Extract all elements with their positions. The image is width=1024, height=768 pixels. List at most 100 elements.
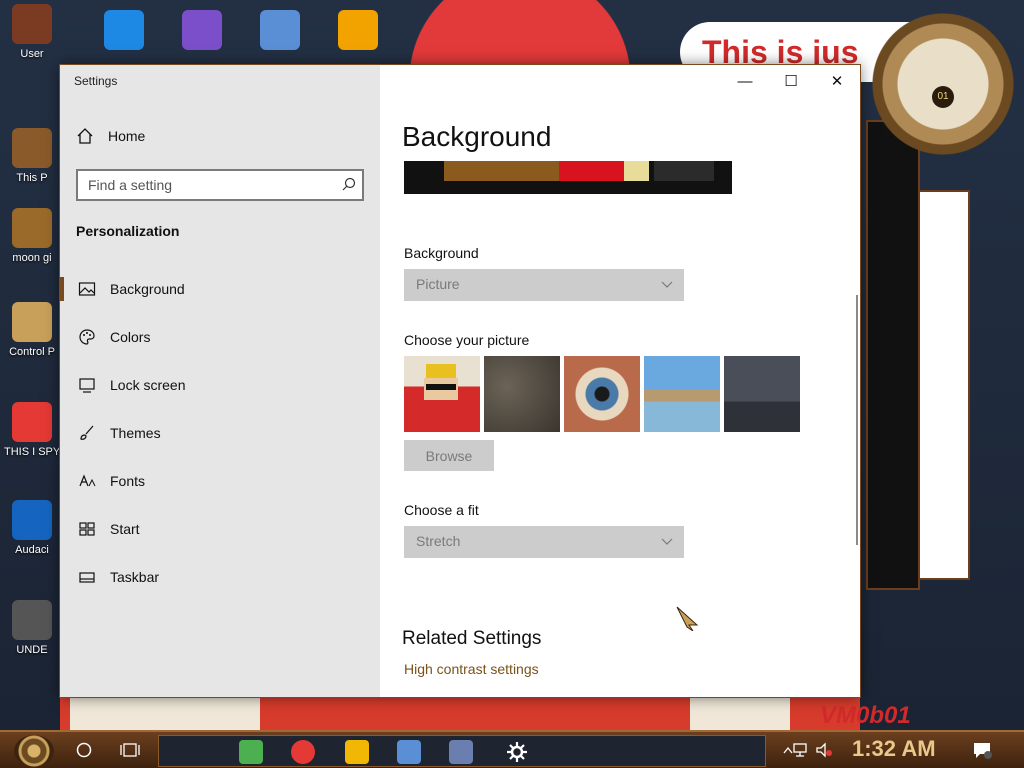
desktop-icon[interactable] [326,10,390,54]
choose-picture-label: Choose your picture [404,332,530,348]
task-view-icon [120,743,140,757]
app-icon [12,128,52,168]
desktop-icon[interactable] [170,10,234,54]
chevron-down-icon [661,538,673,545]
close-icon: ✕ [830,73,844,90]
thumbnail-eye-closeup[interactable] [564,356,640,432]
app-icon [12,4,52,44]
maximize-icon: ☐ [784,73,798,90]
system-clock[interactable]: 1:32 AM [852,736,936,762]
preview-segment [559,161,624,181]
sidebar-nav: Background Colors Lock screen Themes Fonts St… [60,265,380,601]
search-icon[interactable] [342,177,356,191]
minimize-icon: — [737,72,753,90]
sidebar-item-label: Taskbar [110,569,160,585]
desktop-icon-label: Audaci [15,544,49,556]
sidebar-item-themes[interactable]: Themes [60,409,380,457]
taskbar: 1:32 AM [0,730,1024,768]
start-tiles-icon [78,520,96,538]
notifications-button[interactable] [966,735,998,765]
cortana-icon [76,742,92,758]
home-icon [76,127,94,145]
sidebar-item-taskbar[interactable]: Taskbar [60,553,380,601]
desktop-icon-label: THIS I SPY WA [4,446,81,458]
wallpaper-strip-light [690,697,790,730]
settings-icon[interactable] [505,740,529,764]
sidebar-item-fonts[interactable]: Fonts [60,457,380,505]
sidebar-item-label: Fonts [110,473,146,489]
wallpaper-strip [60,697,860,730]
virtualbox-icon[interactable] [397,740,421,764]
desktop-icon[interactable] [248,10,312,54]
font-icon [78,472,96,490]
home-label: Home [108,128,146,144]
wallpaper-strip-light [70,697,260,730]
settings-sidebar: Settings Home Personalization Background… [60,65,380,697]
picture-thumbnails [404,356,800,432]
high-contrast-link[interactable]: High contrast settings [404,661,539,677]
sidebar-item-label: Colors [110,329,151,345]
sidebar-item-label: Themes [110,425,161,441]
fit-value: Stretch [416,533,461,549]
app-icon [12,402,52,442]
wallpaper-corner-text: VM0b01 [820,702,911,729]
settings-content: — ☐ ✕ Background Background Picture Choo… [380,65,860,697]
desktop-icon[interactable]: This P [4,128,60,184]
volume-button[interactable] [808,735,840,765]
lock-screen-icon [78,376,96,394]
thumbnail-cartoon-character[interactable] [404,356,480,432]
sidebar-item-label: Background [110,281,185,297]
fit-dropdown[interactable]: Stretch [404,526,684,558]
start-button[interactable] [14,735,54,767]
task-view-button[interactable] [114,735,146,765]
scrollbar[interactable] [856,295,858,545]
background-preview [404,161,732,194]
palette-icon [78,328,96,346]
background-type-value: Picture [416,276,460,292]
file-explorer-icon[interactable] [345,740,369,764]
page-title: Background [402,121,552,152]
search-input[interactable] [78,171,328,199]
windows95-icon[interactable] [449,740,473,764]
desktop-icon[interactable] [92,10,156,54]
chrome-icon[interactable] [291,740,315,764]
home-link[interactable]: Home [76,127,145,145]
app-icon [12,208,52,248]
background-window[interactable] [866,120,920,590]
app-icon [104,10,144,50]
desktop-icon[interactable]: Control P [4,302,60,358]
thumbnail-robot-figure[interactable] [484,356,560,432]
sidebar-item-lock-screen[interactable]: Lock screen [60,361,380,409]
pinned-apps [158,735,766,767]
thumbnail-beach-rocks[interactable] [644,356,720,432]
desktop-icon[interactable]: User [4,4,60,60]
preview-segment [654,161,714,181]
close-button[interactable]: ✕ [814,65,860,97]
desktop-icon[interactable]: Audaci [4,500,60,556]
browse-button[interactable]: Browse [404,440,494,471]
minimize-button[interactable]: — [722,65,768,97]
preview-segment [624,161,649,181]
network-icon [793,743,807,757]
notes-app-icon[interactable] [239,740,263,764]
cartoon-character-image [422,364,462,432]
search-button[interactable] [68,735,100,765]
desktop-icon[interactable]: UNDE [4,600,60,656]
search-box[interactable] [76,169,364,201]
desktop-icon[interactable]: THIS I SPY WA [4,402,81,458]
sidebar-item-background[interactable]: Background [60,265,380,313]
background-type-label: Background [404,245,479,261]
volume-muted-icon [816,742,832,758]
related-settings-title: Related Settings [402,628,542,649]
sidebar-item-colors[interactable]: Colors [60,313,380,361]
settings-window: Settings Home Personalization Background… [60,65,860,697]
mouse-cursor-icon [676,606,699,631]
maximize-button[interactable]: ☐ [768,65,814,97]
desktop-icon[interactable]: moon gi [4,208,60,264]
thumbnail-night-sky[interactable] [724,356,800,432]
sidebar-item-label: Start [110,521,140,537]
desktop-icon-label: moon gi [12,252,52,264]
desktop-icon-label: UNDE [16,644,48,656]
background-type-dropdown[interactable]: Picture [404,269,684,301]
sidebar-item-start[interactable]: Start [60,505,380,553]
